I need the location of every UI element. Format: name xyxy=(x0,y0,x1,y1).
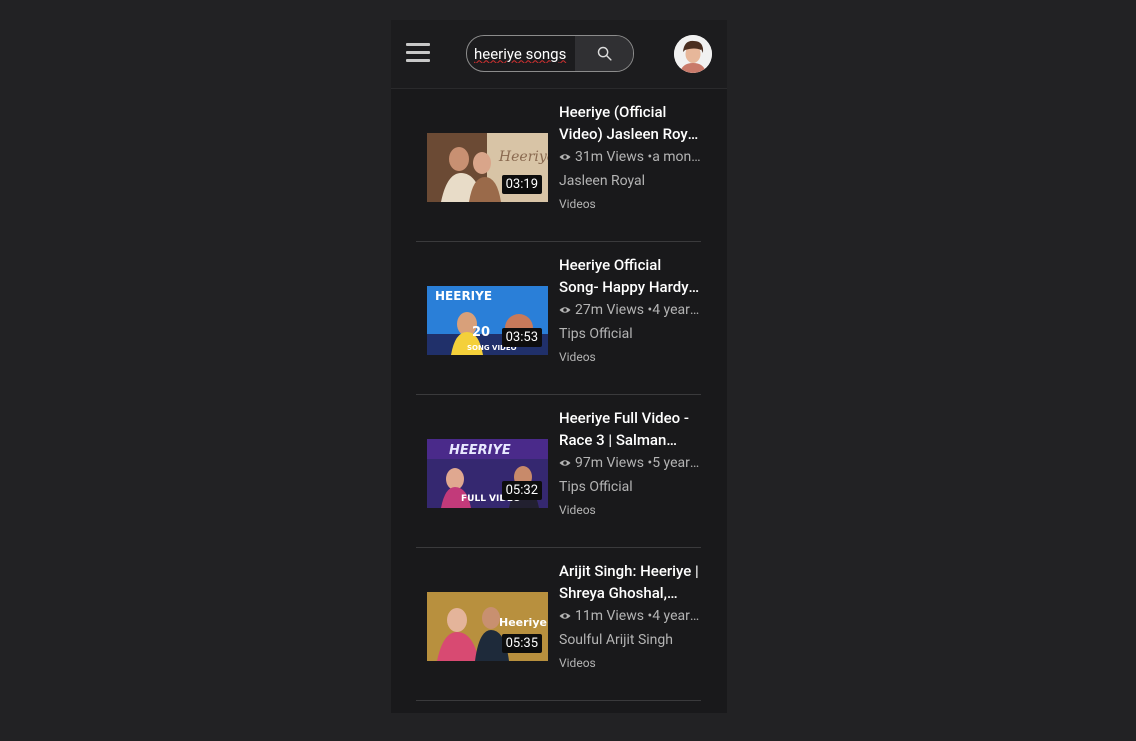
video-age: 5 years ago xyxy=(652,455,701,471)
video-meta: 11m Views •4 years ago xyxy=(559,606,701,626)
video-meta: 31m Views •a month ago xyxy=(559,147,701,167)
video-item[interactable]: Heeriye 03:19 Heeriye (Official Video) J… xyxy=(416,89,701,242)
svg-text:HEERIYE: HEERIYE xyxy=(449,443,511,458)
video-title[interactable]: Heeriye Official Song- Happy Hardy And H… xyxy=(559,254,701,298)
video-age: 4 years ago xyxy=(652,608,701,624)
video-info: Heeriye (Official Video) Jasleen Royal f… xyxy=(559,101,701,211)
video-views: 27m Views xyxy=(575,302,644,318)
video-item[interactable]: HEERIYE 20 SONG VIDEO 03:53 Heeriye Offi… xyxy=(416,242,701,395)
video-duration: 05:32 xyxy=(501,481,542,500)
video-item[interactable]: HEERIYE FULL VIDEO 05:32 Heeriye Full Vi… xyxy=(416,395,701,548)
video-category: Videos xyxy=(559,197,596,211)
video-meta: 27m Views •4 years ago xyxy=(559,300,701,320)
eye-icon xyxy=(559,460,571,466)
video-title[interactable]: Heeriye (Official Video) Jasleen Royal f… xyxy=(559,101,701,145)
video-info: Heeriye Official Song- Happy Hardy And H… xyxy=(559,254,701,364)
video-channel[interactable]: Soulful Arijit Singh xyxy=(559,630,701,650)
video-views: 31m Views xyxy=(575,149,644,165)
eye-icon xyxy=(559,307,571,313)
video-category: Videos xyxy=(559,656,596,670)
video-thumbnail[interactable]: HEERIYE FULL VIDEO 05:32 xyxy=(427,439,548,508)
video-duration: 03:19 xyxy=(501,175,542,194)
video-channel[interactable]: Jasleen Royal xyxy=(559,171,701,191)
svg-text:20: 20 xyxy=(472,325,490,340)
top-bar xyxy=(391,20,727,89)
video-channel[interactable]: Tips Official xyxy=(559,477,701,497)
video-age: 4 years ago xyxy=(652,302,701,318)
video-info: Arijit Singh: Heeriye | Shreya Ghoshal, … xyxy=(559,560,701,670)
video-views: 11m Views xyxy=(575,608,644,624)
video-category: Videos xyxy=(559,503,596,517)
search-box xyxy=(466,35,634,72)
video-info: Heeriye Full Video - Race 3 | Salman Kha… xyxy=(559,407,701,517)
svg-text:Heeriye: Heeriye xyxy=(498,149,548,165)
video-list: Heeriye 03:19 Heeriye (Official Video) J… xyxy=(416,89,701,701)
video-meta: 97m Views •5 years ago xyxy=(559,453,701,473)
video-channel[interactable]: Tips Official xyxy=(559,324,701,344)
svg-text:HEERIYE: HEERIYE xyxy=(435,289,492,303)
app-container: Heeriye 03:19 Heeriye (Official Video) J… xyxy=(391,20,727,713)
video-item[interactable]: Heeriye 05:35 Arijit Singh: Heeriye | Sh… xyxy=(416,548,701,701)
avatar[interactable] xyxy=(674,35,712,73)
menu-icon[interactable] xyxy=(406,43,430,65)
search-icon xyxy=(597,46,612,61)
search-button[interactable] xyxy=(575,36,633,71)
search-input[interactable] xyxy=(467,36,575,71)
user-avatar-icon xyxy=(674,35,712,73)
video-title[interactable]: Arijit Singh: Heeriye | Shreya Ghoshal, … xyxy=(559,560,701,604)
video-thumbnail[interactable]: Heeriye 05:35 xyxy=(427,592,548,661)
video-thumbnail[interactable]: Heeriye 03:19 xyxy=(427,133,548,202)
video-views: 97m Views xyxy=(575,455,644,471)
eye-icon xyxy=(559,613,571,619)
video-thumbnail[interactable]: HEERIYE 20 SONG VIDEO 03:53 xyxy=(427,286,548,355)
eye-icon xyxy=(559,154,571,160)
video-age: a month ago xyxy=(652,149,701,165)
video-duration: 05:35 xyxy=(501,634,542,653)
video-duration: 03:53 xyxy=(501,328,542,347)
video-title[interactable]: Heeriye Full Video - Race 3 | Salman Kha… xyxy=(559,407,701,451)
svg-text:Heeriye: Heeriye xyxy=(499,616,547,629)
video-category: Videos xyxy=(559,350,596,364)
